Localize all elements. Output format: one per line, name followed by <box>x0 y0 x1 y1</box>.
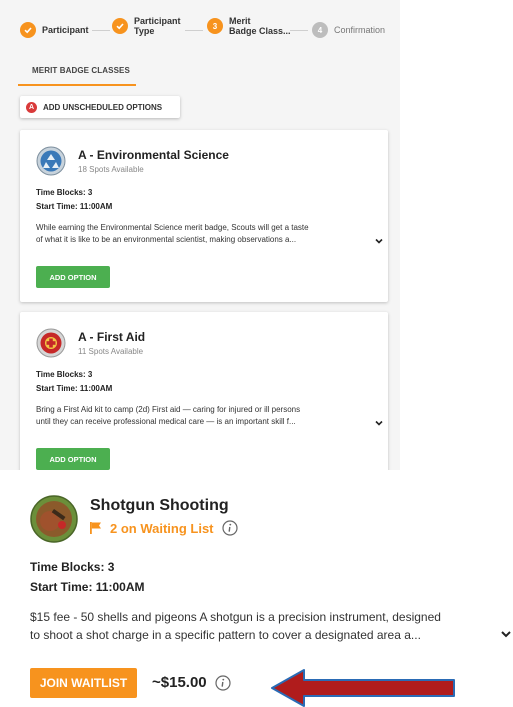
info-icon[interactable] <box>215 674 231 691</box>
chevron-down-icon[interactable] <box>500 628 512 640</box>
button-label: ADD UNSCHEDULED OPTIONS <box>43 102 163 112</box>
join-waitlist-button[interactable]: JOIN WAITLIST <box>30 668 137 698</box>
info-icon[interactable] <box>221 520 238 536</box>
class-title: A - First Aid <box>78 330 146 344</box>
waitlist-status: 2 on Waiting List <box>90 520 238 536</box>
price-value: ~$15.00 <box>152 674 207 691</box>
step-label: Confirmation <box>334 25 386 35</box>
registration-panel: Participant Participant Type 3 Merit Bad… <box>0 0 400 470</box>
class-description: Bring a First Aid kit to camp (2d) First… <box>36 404 371 428</box>
description-line: of what it is like to be an environmenta… <box>36 235 297 244</box>
step-number-badge: 3 <box>207 18 223 34</box>
step-connector <box>290 30 308 31</box>
flag-icon <box>90 522 101 534</box>
red-arrow-annotation <box>271 669 455 707</box>
step-participant-type[interactable]: Participant Type <box>112 16 181 36</box>
price: ~$15.00 <box>152 674 231 691</box>
description-line: to shoot a shot charge in a specific pat… <box>30 628 421 642</box>
step-label: Merit Badge Class... <box>229 16 291 36</box>
first-aid-badge-icon <box>36 328 66 358</box>
class-description: While earning the Environmental Science … <box>36 222 371 246</box>
step-merit-badge-class[interactable]: 3 Merit Badge Class... <box>207 16 291 36</box>
class-card-first-aid: A - First Aid 11 Spots Available Time Bl… <box>20 312 388 470</box>
step-connector <box>92 30 110 31</box>
time-blocks: Time Blocks: 3 <box>36 188 93 197</box>
recycle-badge-icon <box>36 146 66 176</box>
add-option-button[interactable]: ADD OPTION <box>36 448 110 470</box>
tab-active-indicator <box>18 84 136 86</box>
description-line: While earning the Environmental Science … <box>36 223 309 232</box>
class-title: Shotgun Shooting <box>90 497 229 514</box>
step-confirmation[interactable]: 4 Confirmation <box>312 22 385 38</box>
time-blocks: Time Blocks: 3 <box>36 370 93 379</box>
description-line: Bring a First Aid kit to camp (2d) First… <box>36 405 301 414</box>
description-line: $15 fee - 50 shells and pigeons A shotgu… <box>30 610 441 624</box>
time-blocks: Time Blocks: 3 <box>30 560 115 574</box>
tab-merit-badge-classes[interactable]: MERIT BADGE CLASSES <box>32 66 130 75</box>
check-icon <box>112 18 128 34</box>
add-option-button[interactable]: ADD OPTION <box>36 266 110 288</box>
start-time: Start Time: 11:00AM <box>30 580 145 594</box>
class-description: $15 fee - 50 shells and pigeons A shotgu… <box>30 608 510 644</box>
spots-available: 18 Spots Available <box>78 165 144 174</box>
stepper: Participant Participant Type 3 Merit Bad… <box>0 0 400 60</box>
step-connector <box>185 30 203 31</box>
class-title: A - Environmental Science <box>78 148 229 162</box>
spots-available: 11 Spots Available <box>78 347 144 356</box>
step-participant[interactable]: Participant <box>20 22 89 38</box>
check-icon <box>20 22 36 38</box>
add-unscheduled-options-button[interactable]: A ADD UNSCHEDULED OPTIONS <box>20 96 180 118</box>
description-line: until they can receive professional medi… <box>36 417 296 426</box>
marker-badge: A <box>26 101 37 113</box>
chevron-down-icon[interactable] <box>374 418 384 428</box>
step-label: Participant <box>42 25 89 35</box>
start-time: Start Time: 11:00AM <box>36 384 113 393</box>
step-label: Participant Type <box>134 16 181 36</box>
step-number-badge: 4 <box>312 22 328 38</box>
class-card-environmental-science: A - Environmental Science 18 Spots Avail… <box>20 130 388 302</box>
waitlist-count: 2 on Waiting List <box>110 520 214 536</box>
chevron-down-icon[interactable] <box>374 236 384 246</box>
start-time: Start Time: 11:00AM <box>36 202 113 211</box>
shotgun-shooting-card: Shotgun Shooting 2 on Waiting List Time … <box>0 470 513 707</box>
shotgun-badge-icon <box>30 495 78 543</box>
